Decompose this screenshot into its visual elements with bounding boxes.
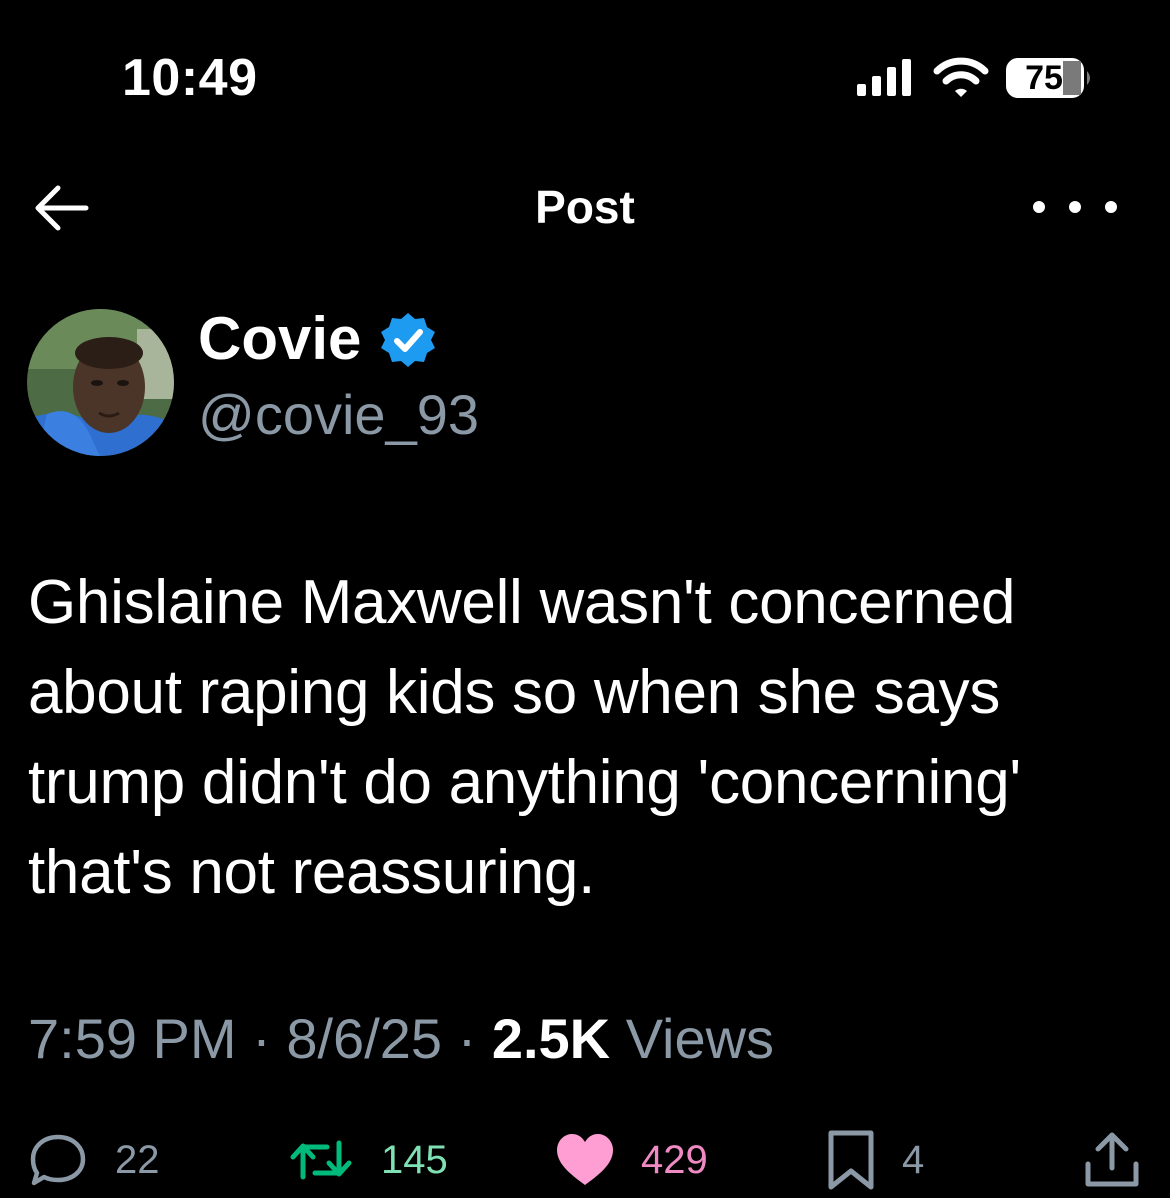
reply-count: 22 <box>115 1137 160 1182</box>
tweet-time: 7:59 PM <box>28 1007 237 1070</box>
author-display-name[interactable]: Covie <box>198 304 361 373</box>
more-horizontal-icon <box>1033 201 1117 213</box>
bookmark-icon <box>828 1130 874 1190</box>
views-label: Views <box>625 1007 775 1070</box>
tweet-text-line: Ghislaine Maxwell wasn't concerned <box>28 568 1016 637</box>
tweet-text-line: that's not reassuring. <box>28 838 595 907</box>
like-button[interactable]: 429 <box>555 1128 708 1192</box>
battery-level: 75 <box>1025 59 1063 97</box>
repost-icon <box>290 1140 352 1180</box>
repost-count: 145 <box>381 1137 448 1182</box>
wifi-icon <box>933 57 989 97</box>
battery-indicator: 75 <box>1005 57 1095 99</box>
reply-button[interactable]: 22 <box>27 1128 160 1192</box>
author-handle[interactable]: @covie_93 <box>198 382 479 447</box>
separator-dot: · <box>457 1007 492 1070</box>
avatar[interactable] <box>27 309 174 456</box>
views-count[interactable]: 2.5K <box>492 1007 610 1070</box>
cellular-signal-icon <box>857 59 911 96</box>
tweet-date: 8/6/25 <box>286 1007 443 1070</box>
repost-button[interactable]: 145 <box>287 1128 448 1192</box>
tweet-meta: 7:59 PM · 8/6/25 · 2.5K Views <box>28 1006 774 1071</box>
status-bar-time: 10:49 <box>122 49 258 107</box>
bookmark-button[interactable]: 4 <box>826 1128 924 1192</box>
like-count: 429 <box>641 1137 708 1182</box>
reply-icon <box>30 1134 86 1186</box>
page-title: Post <box>535 181 635 233</box>
tweet-text-line: about raping kids so when she says <box>28 658 1001 727</box>
heart-filled-icon <box>557 1134 613 1185</box>
separator-dot: · <box>252 1007 287 1070</box>
verified-badge-icon <box>381 313 435 367</box>
tweet-text: Ghislaine Maxwell wasn't concerned about… <box>28 558 1148 918</box>
more-options-button[interactable] <box>1025 185 1125 229</box>
share-button[interactable] <box>1082 1130 1142 1190</box>
bookmark-count: 4 <box>902 1137 925 1182</box>
share-icon <box>1085 1132 1139 1187</box>
avatar-photo-icon <box>27 309 174 456</box>
tweet-text-line: trump didn't do anything 'concerning' <box>28 748 1021 817</box>
